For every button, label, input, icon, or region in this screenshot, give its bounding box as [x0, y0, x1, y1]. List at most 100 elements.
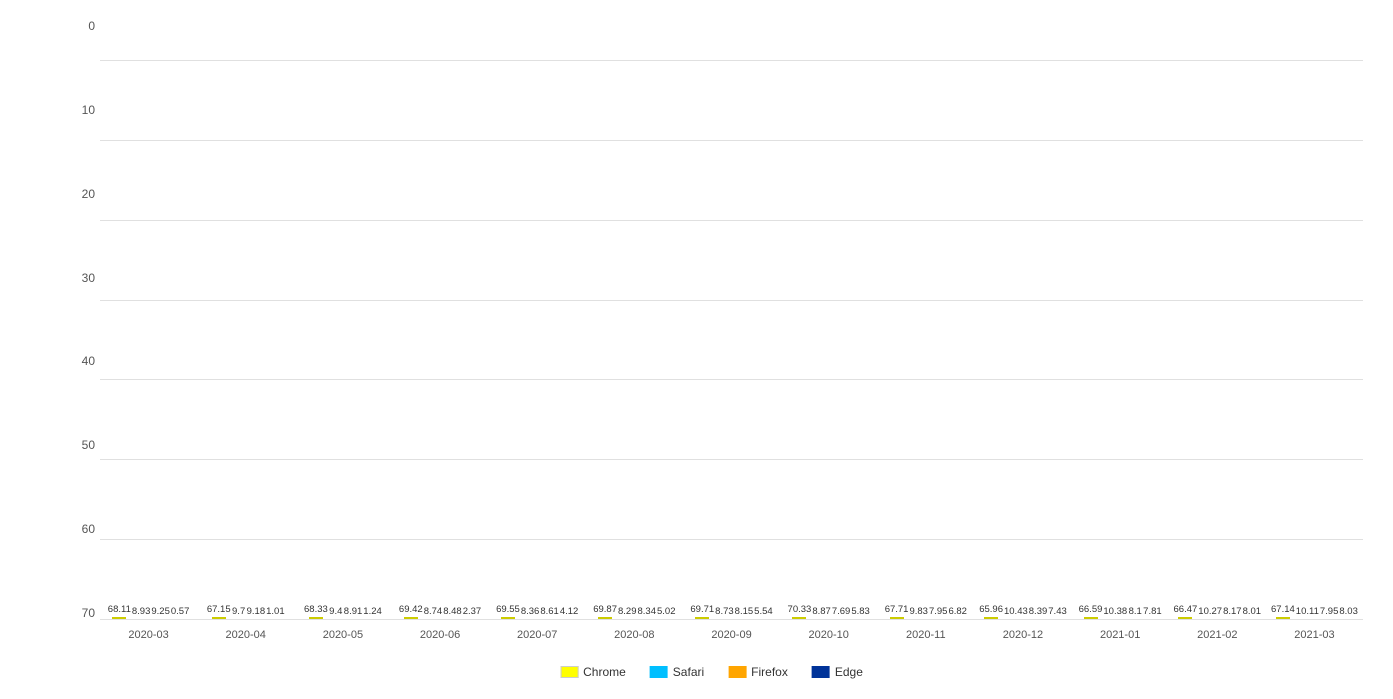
- bar-wrap: 65.96: [979, 604, 1003, 619]
- bar-value-label: 0.57: [171, 606, 190, 617]
- bar-group: 69.718.738.155.54: [683, 604, 780, 619]
- bar-value-label: 7.81: [1143, 606, 1162, 617]
- bar-value-label: 67.71: [885, 604, 909, 615]
- bar-value-label: 2.37: [463, 606, 482, 617]
- bar-wrap: 8.34: [638, 606, 657, 619]
- bar-wrap: 10.38: [1103, 606, 1127, 619]
- bar-group: 66.4710.278.178.01: [1169, 604, 1266, 619]
- bar-group: 69.878.298.345.02: [586, 604, 683, 619]
- bar-wrap: 8.93: [132, 606, 151, 619]
- x-axis-label: 2020-10: [780, 629, 877, 641]
- x-axis-label: 2021-02: [1169, 629, 1266, 641]
- x-axis-label: 2020-07: [489, 629, 586, 641]
- bar-value-label: 7.69: [832, 606, 851, 617]
- bar-value-label: 68.11: [108, 604, 131, 615]
- bar-wrap: 2.37: [463, 606, 482, 619]
- bar-wrap: 5.02: [657, 606, 676, 619]
- bar-group: 69.558.368.614.12: [489, 604, 586, 619]
- bar-wrap: 8.1: [1128, 606, 1142, 619]
- bar-wrap: 0.57: [171, 606, 190, 619]
- y-axis-label: 40: [60, 355, 95, 367]
- bar-value-label: 8.17: [1223, 606, 1242, 617]
- bar-wrap: 8.61: [540, 606, 559, 619]
- y-axis-label: 10: [60, 104, 95, 116]
- bar-wrap: 7.69: [832, 606, 851, 619]
- legend: Chrome Safari Firefox Edge: [560, 665, 863, 679]
- x-axis-label: 2021-03: [1266, 629, 1363, 641]
- bar-wrap: 10.11: [1296, 606, 1319, 619]
- x-axis-label: 2020-11: [877, 629, 974, 641]
- chrome-bar: [112, 617, 126, 619]
- bar-value-label: 8.34: [638, 606, 657, 617]
- bar-wrap: 8.73: [715, 606, 734, 619]
- bar-group: 67.1410.117.958.03: [1266, 604, 1363, 619]
- bar-wrap: 8.87: [812, 606, 831, 619]
- bar-value-label: 8.01: [1243, 606, 1262, 617]
- bar-wrap: 7.43: [1048, 606, 1067, 619]
- bar-wrap: 8.17: [1223, 606, 1242, 619]
- bar-wrap: 6.82: [948, 606, 967, 619]
- bar-value-label: 8.1: [1129, 606, 1142, 617]
- bar-value-label: 69.42: [399, 604, 423, 615]
- bar-value-label: 10.11: [1296, 606, 1319, 617]
- bar-wrap: 9.83: [909, 606, 928, 619]
- bar-wrap: 7.95: [1320, 606, 1339, 619]
- bar-wrap: 69.55: [496, 604, 520, 619]
- bar-group: 67.719.837.956.82: [877, 604, 974, 619]
- bar-wrap: 8.01: [1243, 606, 1262, 619]
- bar-value-label: 8.15: [735, 606, 754, 617]
- bar-value-label: 8.73: [715, 606, 734, 617]
- legend-label-edge: Edge: [835, 665, 863, 679]
- bar-wrap: 67.15: [207, 604, 231, 619]
- chart-container: 706050403020100 68.118.939.250.5767.159.…: [0, 0, 1393, 699]
- bar-value-label: 7.95: [1320, 606, 1339, 617]
- bar-value-label: 8.03: [1339, 606, 1358, 617]
- legend-color-safari: [650, 666, 668, 678]
- bar-wrap: 5.54: [754, 606, 773, 619]
- bar-value-label: 8.39: [1029, 606, 1048, 617]
- bar-value-label: 1.24: [363, 606, 382, 617]
- bar-wrap: 8.29: [618, 606, 637, 619]
- bar-value-label: 67.15: [207, 604, 231, 615]
- bar-wrap: 69.71: [690, 604, 714, 619]
- chrome-bar: [984, 617, 998, 619]
- bar-group: 70.338.877.695.83: [780, 604, 877, 619]
- bar-value-label: 8.91: [344, 606, 363, 617]
- grid-line: [100, 619, 1363, 620]
- legend-label-chrome: Chrome: [583, 665, 626, 679]
- bar-wrap: 7.81: [1143, 606, 1162, 619]
- bar-value-label: 66.59: [1079, 604, 1103, 615]
- legend-label-safari: Safari: [673, 665, 704, 679]
- legend-item-edge: Edge: [812, 665, 863, 679]
- x-axis-label: 2021-01: [1072, 629, 1169, 641]
- y-axis-label: 60: [60, 523, 95, 535]
- bar-value-label: 9.18: [247, 606, 266, 617]
- bar-value-label: 8.93: [132, 606, 151, 617]
- bar-value-label: 9.7: [232, 606, 245, 617]
- bar-wrap: 67.71: [885, 604, 909, 619]
- bar-wrap: 8.36: [521, 606, 540, 619]
- bar-wrap: 1.01: [266, 606, 285, 619]
- bar-wrap: 68.11: [108, 604, 131, 619]
- bar-value-label: 10.38: [1103, 606, 1127, 617]
- legend-item-chrome: Chrome: [560, 665, 626, 679]
- bar-wrap: 8.15: [735, 606, 754, 619]
- bar-group: 69.428.748.482.37: [391, 604, 488, 619]
- bar-value-label: 68.33: [304, 604, 328, 615]
- bar-wrap: 10.27: [1198, 606, 1222, 619]
- bar-wrap: 8.91: [344, 606, 363, 619]
- legend-item-firefox: Firefox: [728, 665, 788, 679]
- bar-value-label: 65.96: [979, 604, 1003, 615]
- y-axis-label: 50: [60, 439, 95, 451]
- bar-wrap: 8.48: [443, 606, 462, 619]
- bar-group: 68.118.939.250.57: [100, 604, 197, 619]
- chrome-bar: [695, 617, 709, 619]
- y-axis-label: 30: [60, 272, 95, 284]
- bar-wrap: 9.25: [151, 606, 170, 619]
- legend-color-edge: [812, 666, 830, 678]
- bar-wrap: 66.47: [1174, 604, 1198, 619]
- legend-label-firefox: Firefox: [751, 665, 788, 679]
- chrome-bar: [1084, 617, 1098, 619]
- chrome-bar: [1276, 617, 1290, 619]
- bar-wrap: 4.12: [560, 606, 579, 619]
